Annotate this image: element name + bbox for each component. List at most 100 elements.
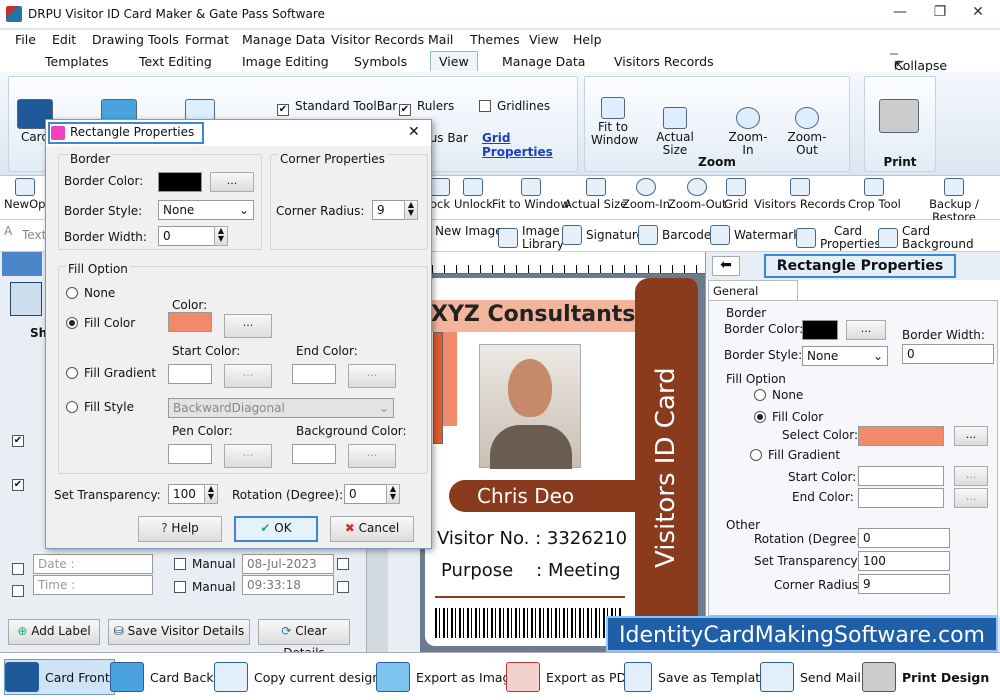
rp-none-radio[interactable]: None — [754, 388, 803, 402]
dialog-border-width-spinner[interactable]: ▲ ▼ — [214, 226, 228, 246]
rp-select-color-swatch[interactable] — [858, 426, 944, 446]
zoom-out-button[interactable]: Zoom-Out — [777, 107, 837, 157]
save-as-template-button[interactable]: Save as Template — [624, 659, 768, 695]
barcode-tool[interactable]: Barcode — [638, 225, 711, 245]
rp-select-color-button[interactable]: ... — [954, 426, 988, 446]
help-button[interactable]: ? Help — [138, 516, 222, 542]
dialog-end-color-button[interactable]: ... — [348, 364, 396, 388]
crop-tool[interactable]: Crop Tool — [848, 178, 901, 211]
menu-mail[interactable]: Mail — [428, 30, 453, 47]
rp-start-color-button[interactable]: ... — [954, 466, 988, 486]
print-design-button[interactable]: Print Design — [862, 659, 989, 695]
lock-button[interactable]: ock — [430, 178, 450, 211]
menu-file[interactable]: File — [15, 30, 36, 47]
date-extra-check[interactable] — [337, 557, 355, 571]
zoom-out-tool[interactable]: Zoom-Out — [668, 178, 726, 211]
tab-text-editing[interactable]: Text Editing — [139, 54, 212, 69]
rp-end-color-swatch[interactable] — [858, 488, 944, 508]
card-properties-tool[interactable]: Card Properties — [796, 225, 881, 251]
rp-border-width-input[interactable]: 0 — [902, 344, 994, 364]
dialog-fill-style-radio[interactable]: Fill Style — [66, 400, 134, 414]
rp-fill-gradient-radio[interactable]: Fill Gradient — [750, 448, 840, 462]
dialog-close-icon[interactable]: ✕ — [408, 124, 420, 140]
grid-tool[interactable]: Grid — [724, 178, 748, 211]
time-extra-check[interactable] — [337, 580, 355, 594]
rulers-check[interactable]: ✔ Rulers — [399, 99, 454, 116]
new-image-tool[interactable]: New Image — [435, 225, 503, 238]
rp-end-color-button[interactable]: ... — [954, 488, 988, 508]
tab-general-settings[interactable]: General Settings — [708, 280, 798, 312]
field-check-2[interactable]: ✔ — [12, 474, 30, 491]
text-tool[interactable]: A Text — [4, 225, 46, 245]
rectangle-shape[interactable] — [443, 332, 457, 426]
rp-corner-radius-input[interactable]: 9 — [858, 574, 950, 594]
card-front-button[interactable]: Card Front — [4, 659, 115, 695]
dialog-pen-color-swatch[interactable] — [168, 444, 212, 464]
tab-visitors-records[interactable]: Visitors Records — [614, 54, 714, 69]
time-manual-check[interactable]: Manual — [174, 580, 236, 594]
dialog-border-style-select[interactable]: None ⌄ — [158, 200, 254, 220]
rp-border-style-select[interactable]: None ⌄ — [802, 346, 888, 366]
visitors-records-tool[interactable]: Visitors Records — [754, 178, 846, 211]
rp-border-color-button[interactable]: ... — [846, 320, 886, 340]
barcode-image[interactable] — [435, 608, 623, 638]
time-value-field[interactable]: 09:33:18 — [242, 575, 334, 595]
minimize-icon[interactable]: — — [890, 4, 910, 20]
rp-transparency-input[interactable]: 100 — [858, 551, 950, 571]
menu-drawing-tools[interactable]: Drawing Tools — [92, 30, 179, 47]
cancel-button[interactable]: ✖ Cancel — [330, 516, 414, 542]
dialog-start-color-swatch[interactable] — [168, 364, 212, 384]
grid-properties-link[interactable]: Grid Properties — [482, 131, 577, 159]
dialog-end-color-swatch[interactable] — [292, 364, 336, 384]
dialog-fill-color-swatch[interactable] — [168, 312, 212, 332]
dialog-fill-gradient-radio[interactable]: Fill Gradient — [66, 366, 156, 380]
collapse-button[interactable]: ⇱ Collapse — [890, 53, 947, 73]
rp-start-color-swatch[interactable] — [858, 466, 944, 486]
send-mail-button[interactable]: Send Mail — [760, 659, 861, 695]
field-checkbox-column[interactable] — [12, 352, 26, 592]
dialog-pen-color-button[interactable]: ... — [224, 444, 272, 468]
save-visitor-details-button[interactable]: ⛁ Save Visitor Details — [108, 619, 250, 645]
watermark-tool[interactable]: Watermark — [710, 225, 800, 245]
dialog-border-color-swatch[interactable] — [158, 172, 202, 192]
new-button[interactable]: NewOp — [4, 178, 45, 211]
menu-edit[interactable]: Edit — [52, 30, 76, 47]
date-manual-check[interactable]: Manual — [174, 557, 236, 571]
dialog-corner-radius-spinner[interactable]: ▲ ▼ — [404, 200, 418, 220]
menu-visitor-records[interactable]: Visitor Records — [331, 30, 424, 47]
unlock-button[interactable]: Unlock — [454, 178, 493, 211]
menu-themes[interactable]: Themes — [470, 30, 520, 47]
card-background-tool[interactable]: Card Background — [878, 225, 1000, 251]
ok-button[interactable]: ✔ OK — [234, 516, 318, 542]
fit-to-window-button[interactable]: Fit to Window — [591, 97, 638, 147]
dialog-bg-color-button[interactable]: ... — [348, 444, 396, 468]
clear-details-button[interactable]: ⟳ Clear Details — [258, 619, 350, 660]
tab-templates[interactable]: Templates — [45, 54, 109, 69]
dialog-start-color-button[interactable]: ... — [224, 364, 272, 388]
add-label-button[interactable]: ⊕ Add Label — [8, 619, 100, 645]
time-check[interactable] — [12, 584, 30, 598]
zoom-in-button[interactable]: Zoom-In — [723, 107, 773, 157]
copy-current-design-button[interactable]: Copy current design — [214, 659, 380, 695]
backup-restore-tool[interactable]: Backup / Restore — [908, 178, 1000, 224]
tab-view[interactable]: View — [430, 51, 478, 71]
signature-tool[interactable]: Signature — [562, 225, 644, 245]
menu-manage-data[interactable]: Manage Data — [242, 30, 325, 47]
dialog-fill-color-radio[interactable]: Fill Color — [66, 316, 135, 330]
menu-help[interactable]: Help — [573, 30, 602, 47]
tab-symbols[interactable]: Symbols — [354, 54, 407, 69]
tab-image-editing[interactable]: Image Editing — [242, 54, 329, 69]
standard-toolbar-check[interactable]: ✔ Standard ToolBar — [277, 99, 397, 116]
zoom-in-tool[interactable]: Zoom-In — [622, 178, 670, 211]
fit-window-button[interactable]: Fit to Window — [492, 178, 570, 211]
menu-view[interactable]: View — [529, 30, 559, 47]
rp-fill-color-radio[interactable]: Fill Color — [754, 410, 823, 424]
rp-rotation-input[interactable]: 0 — [858, 528, 950, 548]
export-as-image-button[interactable]: Export as Image — [376, 659, 518, 695]
dialog-none-radio[interactable]: None — [66, 286, 115, 300]
selected-rectangle-shape[interactable] — [433, 332, 443, 444]
card-back-button[interactable]: Card Back — [110, 659, 214, 695]
print-button[interactable] — [879, 99, 919, 135]
maximize-icon[interactable]: ❐ — [930, 4, 950, 20]
export-as-pdf-button[interactable]: Export as PDF — [506, 659, 633, 695]
